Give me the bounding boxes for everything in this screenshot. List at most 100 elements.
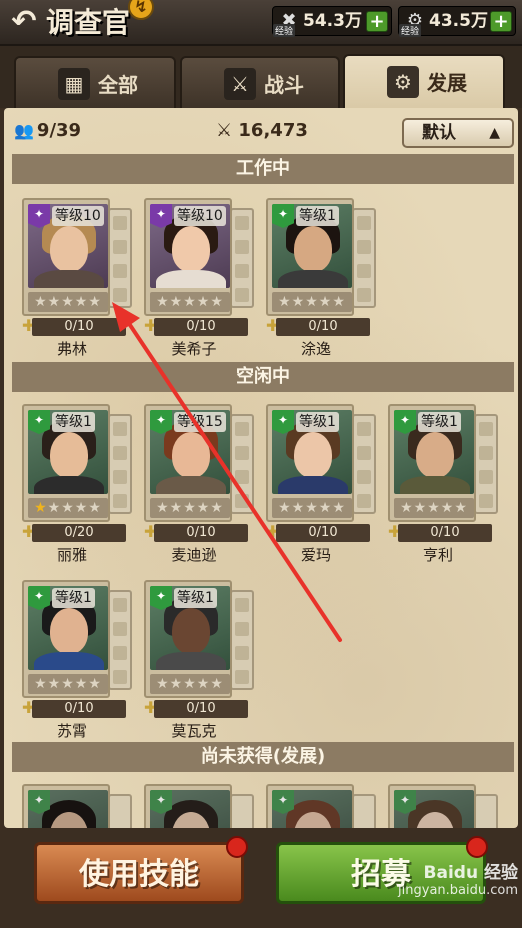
role-badge-icon: ✦ bbox=[272, 204, 294, 228]
officer-card[interactable]: ✦ 等级1 ★★★★★ ✚ 0/10 苏霄 bbox=[22, 580, 134, 740]
officer-level: 等级1 bbox=[296, 206, 339, 226]
card-frame: ✦ bbox=[144, 784, 232, 828]
star-empty-icon: ★ bbox=[183, 500, 197, 516]
equipment-slot bbox=[113, 622, 127, 636]
star-empty-icon: ★ bbox=[47, 676, 62, 692]
people-icon: 👥 bbox=[14, 121, 34, 140]
equipment-slot bbox=[113, 216, 127, 230]
tab-label: 发展 bbox=[427, 71, 467, 95]
officer-card[interactable]: ✦ 等级1 ★★★★★ ✚ 0/10 亨利 bbox=[388, 404, 500, 564]
star-rating: ★★★★★ bbox=[28, 674, 108, 694]
officer-portrait: ✦ 等级1 bbox=[272, 410, 352, 494]
star-empty-icon: ★ bbox=[196, 294, 211, 310]
sort-dropdown[interactable]: 默认 ▲ bbox=[402, 118, 514, 148]
add-exp-button[interactable]: + bbox=[490, 11, 512, 32]
tools-icon: ⚙ bbox=[387, 66, 419, 98]
officer-card[interactable]: ✦ 等级1 ★★★★★ ✚ 0/20 丽雅 bbox=[22, 404, 134, 564]
card-frame: ✦ 等级1 ★★★★★ bbox=[22, 404, 110, 522]
officer-count-value: 9/39 bbox=[36, 120, 82, 141]
officer-card[interactable]: ✦ 等级1 ★★★★★ ✚ 0/10 涂逸 bbox=[266, 198, 378, 358]
star-empty-icon: ★ bbox=[332, 294, 346, 310]
back-arrow-icon[interactable]: ↶ bbox=[6, 6, 42, 40]
equipment-slots bbox=[474, 794, 498, 828]
star-empty-icon: ★ bbox=[318, 294, 333, 310]
star-empty-icon: ★ bbox=[305, 294, 319, 310]
equipment-slot bbox=[357, 216, 371, 230]
equipment-slot bbox=[357, 422, 371, 436]
star-empty-icon: ★ bbox=[440, 500, 455, 516]
officer-card[interactable]: ✦ 等级10 ★★★★★ ✚ 0/10 弗林 bbox=[22, 198, 134, 358]
portrait-body bbox=[278, 270, 348, 288]
star-empty-icon: ★ bbox=[400, 500, 414, 516]
equipment-slots bbox=[352, 208, 376, 308]
equipment-slot bbox=[113, 422, 127, 436]
portrait-face bbox=[416, 432, 454, 478]
portrait-body bbox=[156, 270, 226, 288]
officer-level: 等级15 bbox=[174, 412, 226, 432]
star-empty-icon: ★ bbox=[47, 500, 62, 516]
sort-label: 默认 bbox=[422, 123, 456, 143]
officer-card[interactable]: ✦ 等级1 ★★★★★ ✚ 0/10 爱玛 bbox=[266, 404, 378, 564]
officer-card[interactable]: ✦ 等级1 ★★★★★ ✚ 0/10 莫瓦克 bbox=[144, 580, 256, 740]
equipment-slot bbox=[113, 470, 127, 484]
grid-icon: ▦ bbox=[58, 68, 90, 100]
lightning-badge-icon: ↯ bbox=[128, 0, 154, 20]
star-empty-icon: ★ bbox=[305, 500, 319, 516]
locked-officer-card[interactable]: ✦ bbox=[22, 784, 134, 828]
officer-count: 👥 9/39 bbox=[14, 120, 81, 141]
portrait-body bbox=[34, 652, 104, 670]
exp-resource-2: ⚙ 经验 43.5万 + bbox=[398, 6, 516, 37]
role-badge-icon: ✦ bbox=[394, 790, 416, 814]
portrait-body bbox=[34, 476, 104, 494]
equipment-slot bbox=[113, 598, 127, 612]
equipment-slot bbox=[235, 646, 249, 660]
officer-card[interactable]: ✦ 等级15 ★★★★★ ✚ 0/10 麦迪逊 bbox=[144, 404, 256, 564]
star-empty-icon: ★ bbox=[88, 500, 102, 516]
officer-name: 涂逸 bbox=[300, 340, 331, 358]
role-badge-icon: ✦ bbox=[272, 410, 294, 434]
star-rating: ★★★★★ bbox=[150, 292, 230, 312]
exp-tag: 经验 bbox=[273, 24, 296, 37]
star-empty-icon: ★ bbox=[61, 500, 75, 516]
star-rating: ★★★★★ bbox=[394, 498, 474, 518]
officer-name: 丽雅 bbox=[56, 546, 87, 564]
use-skill-button[interactable]: 使用技能 bbox=[34, 842, 244, 904]
add-exp-button[interactable]: + bbox=[366, 11, 388, 32]
officer-name: 弗林 bbox=[56, 340, 87, 358]
card-frame: ✦ 等级15 ★★★★★ bbox=[144, 404, 232, 522]
tab-all[interactable]: ▦ 全部 bbox=[14, 56, 176, 108]
officer-name: 麦迪逊 bbox=[171, 546, 217, 564]
locked-officer-card[interactable]: ✦ bbox=[144, 784, 256, 828]
officer-level: 等级10 bbox=[52, 206, 104, 226]
equipment-slot bbox=[113, 446, 127, 460]
officer-level: 等级1 bbox=[52, 412, 95, 432]
officer-portrait: ✦ 等级1 bbox=[272, 204, 352, 288]
locked-officer-card[interactable]: ✦ bbox=[388, 784, 500, 828]
card-frame: ✦ 等级1 ★★★★★ bbox=[266, 198, 354, 316]
officer-level: 等级1 bbox=[52, 588, 95, 608]
star-empty-icon: ★ bbox=[34, 294, 48, 310]
star-empty-icon: ★ bbox=[74, 676, 89, 692]
portrait-body bbox=[278, 476, 348, 494]
star-empty-icon: ★ bbox=[291, 294, 306, 310]
equipment-slot bbox=[479, 422, 493, 436]
locked-officer-card[interactable]: ✦ bbox=[266, 784, 378, 828]
equipment-slot bbox=[113, 288, 127, 302]
equipment-slots bbox=[230, 794, 254, 828]
star-empty-icon: ★ bbox=[88, 294, 102, 310]
star-empty-icon: ★ bbox=[61, 294, 75, 310]
portrait-face bbox=[172, 432, 210, 478]
section-locked: 尚未获得(发展) bbox=[12, 742, 514, 772]
chevron-up-icon: ▲ bbox=[489, 125, 500, 141]
section-working: 工作中 bbox=[12, 154, 514, 184]
tab-combat[interactable]: ⚔ 战斗 bbox=[180, 56, 340, 108]
tab-development[interactable]: ⚙ 发展 bbox=[343, 54, 505, 110]
role-badge-icon: ✦ bbox=[272, 790, 294, 814]
tab-label: 战斗 bbox=[264, 73, 304, 97]
crossed-swords-icon: ⚔ bbox=[216, 120, 239, 141]
star-empty-icon: ★ bbox=[196, 676, 211, 692]
officer-xp: 0/10 bbox=[154, 524, 248, 542]
equipment-slot bbox=[357, 494, 371, 508]
officer-card[interactable]: ✦ 等级10 ★★★★★ ✚ 0/10 美希子 bbox=[144, 198, 256, 358]
officer-xp: 0/10 bbox=[32, 700, 126, 718]
